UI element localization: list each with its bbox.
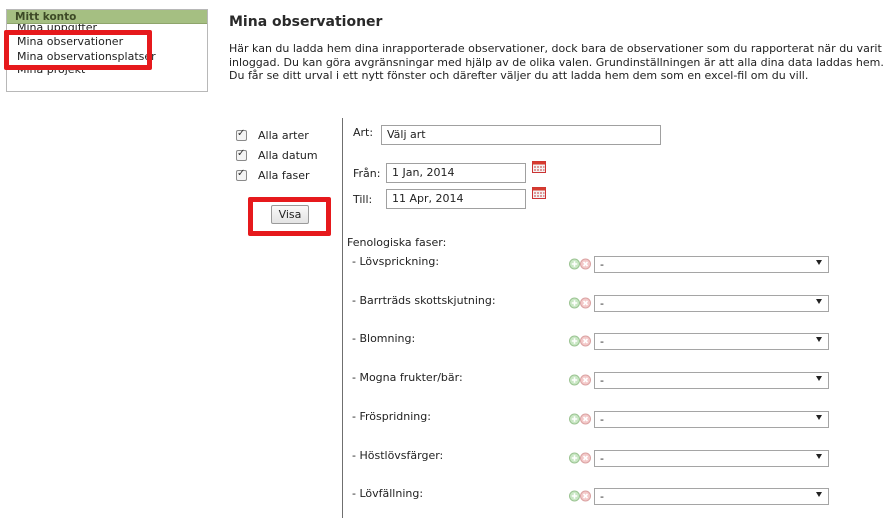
sidebar-header: Mitt konto	[7, 10, 207, 24]
phase-label: - Blomning:	[352, 332, 416, 345]
checkbox-all-species[interactable]	[236, 128, 247, 141]
add-remove-icons[interactable]	[569, 374, 591, 386]
highlight-box-observations	[4, 30, 152, 70]
phase-select[interactable]: -	[594, 295, 829, 312]
to-date-input[interactable]: 11 Apr, 2014	[386, 189, 526, 209]
chevron-down-icon	[816, 376, 822, 381]
filter-all-species[interactable]: Alla arter	[236, 125, 318, 145]
chevron-down-icon	[816, 454, 822, 459]
to-label: Till:	[353, 193, 373, 206]
phase-label: - Lövfällning:	[352, 487, 424, 500]
phase-select[interactable]: -	[594, 372, 829, 389]
intro-text: Här kan du ladda hem dina inrapporterade…	[229, 42, 884, 83]
phase-select-value: -	[600, 335, 604, 348]
from-label: Från:	[353, 167, 381, 180]
filter-options: Alla arter Alla datum Alla faser	[236, 125, 318, 185]
checkbox-label: Alla arter	[258, 128, 309, 142]
phase-select-value: -	[600, 374, 604, 387]
calendar-icon[interactable]	[532, 186, 546, 199]
from-date-input[interactable]: 1 Jan, 2014	[386, 163, 526, 183]
page-title: Mina observationer	[229, 14, 383, 30]
phase-select[interactable]: -	[594, 256, 829, 273]
add-remove-icons[interactable]	[569, 335, 591, 347]
chevron-down-icon	[816, 260, 822, 265]
phase-select-value: -	[600, 297, 604, 310]
chevron-down-icon	[816, 492, 822, 497]
column-divider	[342, 118, 343, 518]
phase-select[interactable]: -	[594, 488, 829, 505]
species-label: Art:	[353, 126, 374, 139]
phase-select-value: -	[600, 413, 604, 426]
add-remove-icons[interactable]	[569, 452, 591, 464]
species-input[interactable]: Välj art	[381, 125, 661, 145]
chevron-down-icon	[816, 415, 822, 420]
phase-select-value: -	[600, 258, 604, 271]
filter-all-dates[interactable]: Alla datum	[236, 145, 318, 165]
phase-select-value: -	[600, 490, 604, 503]
phase-label: - Fröspridning:	[352, 410, 431, 423]
phase-select-value: -	[600, 452, 604, 465]
checkbox-label: Alla faser	[258, 168, 310, 182]
phase-label: - Höstlövsfärger:	[352, 449, 444, 462]
chevron-down-icon	[816, 337, 822, 342]
phase-label: - Mogna frukter/bär:	[352, 371, 463, 384]
show-button[interactable]: Visa	[271, 205, 309, 224]
phase-label: - Barrträds skottskjutning:	[352, 294, 496, 307]
calendar-icon[interactable]	[532, 160, 546, 173]
checkbox-label: Alla datum	[258, 148, 318, 162]
filter-all-phases[interactable]: Alla faser	[236, 165, 318, 185]
phase-select[interactable]: -	[594, 411, 829, 428]
chevron-down-icon	[816, 299, 822, 304]
checkbox-all-dates[interactable]	[236, 148, 247, 161]
phase-label: - Lövsprickning:	[352, 255, 440, 268]
checkbox-all-phases[interactable]	[236, 168, 247, 181]
add-remove-icons[interactable]	[569, 490, 591, 502]
add-remove-icons[interactable]	[569, 297, 591, 309]
phase-select[interactable]: -	[594, 450, 829, 467]
phases-heading: Fenologiska faser:	[347, 236, 447, 249]
add-remove-icons[interactable]	[569, 258, 591, 270]
phase-select[interactable]: -	[594, 333, 829, 350]
add-remove-icons[interactable]	[569, 413, 591, 425]
